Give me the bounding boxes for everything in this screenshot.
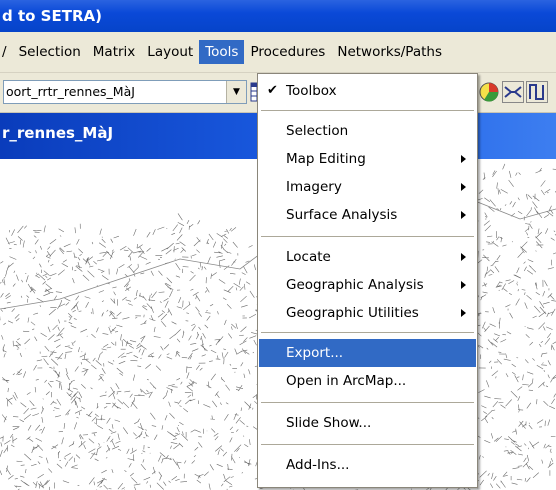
menu-item-label: Map Editing <box>286 151 366 167</box>
menu-item-label: Slide Show... <box>286 415 372 431</box>
menu-item-label: Add-Ins... <box>286 457 350 473</box>
submenu-arrow-icon <box>461 253 466 261</box>
menu-item-label: Geographic Utilities <box>286 305 419 321</box>
menu-networks-paths[interactable]: Networks/Paths <box>331 40 448 64</box>
menu-item-label: Imagery <box>286 179 342 195</box>
menu-separator <box>261 110 474 112</box>
app-title-bar: d to SETRA) <box>0 0 556 32</box>
menu-item-label: Selection <box>286 123 349 139</box>
menu-item-add-ins[interactable]: Add-Ins... <box>259 451 476 479</box>
menu-selection[interactable]: Selection <box>13 40 87 64</box>
network-icon[interactable] <box>502 81 524 103</box>
submenu-arrow-icon <box>461 309 466 317</box>
menu-item-surface-analysis[interactable]: Surface Analysis <box>259 201 476 229</box>
pie-chart-icon[interactable] <box>478 81 500 103</box>
path-icon[interactable] <box>526 81 548 103</box>
menu-matrix[interactable]: Matrix <box>87 40 142 64</box>
menu-item-geographic-analysis[interactable]: Geographic Analysis <box>259 271 476 299</box>
menu-item-label: Export... <box>286 345 344 361</box>
menu-item-toolbox[interactable]: ✔ Toolbox <box>259 77 476 105</box>
menu-item-slide-show[interactable]: Slide Show... <box>259 409 476 437</box>
menu-tools[interactable]: Tools <box>199 40 245 64</box>
submenu-arrow-icon <box>461 183 466 191</box>
menu-item-locate[interactable]: Locate <box>259 243 476 271</box>
menu-view[interactable]: / <box>0 40 13 64</box>
menu-item-label: Open in ArcMap... <box>286 373 407 389</box>
menu-item-export[interactable]: Export... <box>259 339 476 367</box>
submenu-arrow-icon <box>461 211 466 219</box>
checkmark-icon: ✔ <box>267 83 278 98</box>
submenu-arrow-icon <box>461 155 466 163</box>
combo-dropdown-button[interactable]: ▼ <box>226 81 246 103</box>
menu-separator <box>261 236 474 238</box>
menu-separator <box>261 444 474 446</box>
tools-dropdown-menu: ✔ Toolbox Selection Map Editing Imagery … <box>257 73 478 488</box>
menu-item-label: Toolbox <box>286 83 337 99</box>
menu-procedures[interactable]: Procedures <box>244 40 331 64</box>
layer-combo[interactable]: oort_rrtr_rennes_MàJ ▼ <box>3 80 247 104</box>
menu-item-open-in-arcmap[interactable]: Open in ArcMap... <box>259 367 476 395</box>
menu-item-geographic-utilities[interactable]: Geographic Utilities <box>259 299 476 327</box>
layer-combo-value: oort_rrtr_rennes_MàJ <box>6 84 135 99</box>
menu-item-imagery[interactable]: Imagery <box>259 173 476 201</box>
app-title: d to SETRA) <box>2 7 102 25</box>
menu-layout[interactable]: Layout <box>141 40 199 64</box>
menu-item-label: Surface Analysis <box>286 207 398 223</box>
menu-bar: / Selection Matrix Layout Tools Procedur… <box>0 32 556 73</box>
submenu-arrow-icon <box>461 281 466 289</box>
menu-item-label: Geographic Analysis <box>286 277 424 293</box>
menu-item-map-editing[interactable]: Map Editing <box>259 145 476 173</box>
map-window-title: r_rennes_MàJ <box>2 124 114 142</box>
menu-separator <box>261 332 474 334</box>
menu-item-selection[interactable]: Selection <box>259 117 476 145</box>
chevron-down-icon: ▼ <box>233 87 240 97</box>
menu-item-label: Locate <box>286 249 331 265</box>
menu-separator <box>261 402 474 404</box>
